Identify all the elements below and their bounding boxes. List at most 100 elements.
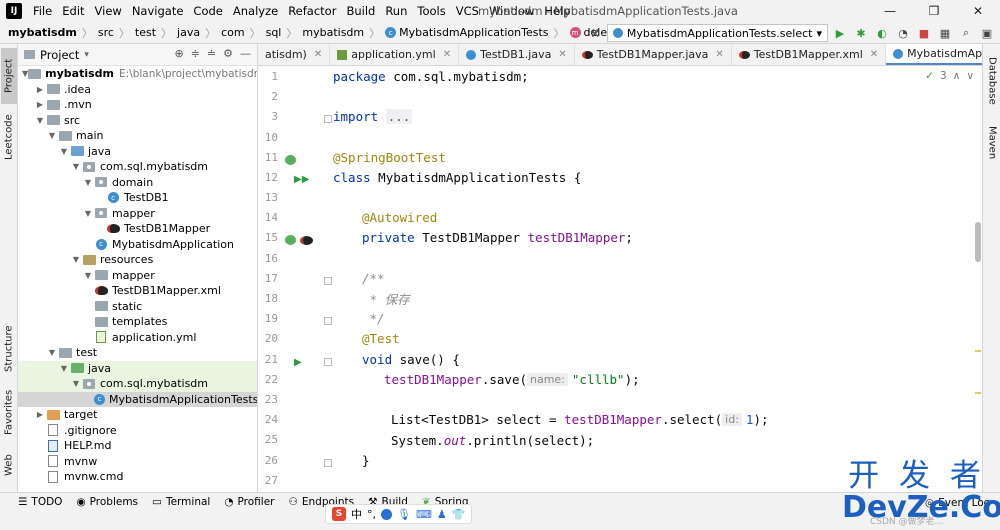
fold-icon[interactable] xyxy=(324,358,332,366)
folded-imports[interactable]: ... xyxy=(385,108,413,124)
menu-edit[interactable]: Edit xyxy=(57,4,89,18)
run-icon[interactable]: ▶ xyxy=(831,24,849,42)
tree-item[interactable]: ▼ resources xyxy=(18,252,257,268)
fold-icon[interactable] xyxy=(324,459,332,467)
tree-item[interactable]: HELP.md xyxy=(18,438,257,454)
tree-item[interactable]: c MybatisdmApplication xyxy=(18,237,257,253)
hammer-icon[interactable]: ⚒ xyxy=(586,24,604,42)
menu-tools[interactable]: Tools xyxy=(412,4,450,18)
gear-icon[interactable]: ⚙ xyxy=(223,47,233,60)
menu-code[interactable]: Code xyxy=(188,4,227,18)
tree-item[interactable]: ▼ mapper xyxy=(18,206,257,222)
menu-file[interactable]: File xyxy=(28,4,57,18)
tab-application-yml[interactable]: application.yml ✕ xyxy=(330,44,460,65)
tool-tab-project[interactable]: Project xyxy=(1,48,17,104)
tool-tab-problems[interactable]: ◉ Problems xyxy=(76,496,138,508)
close-icon[interactable]: ✕ xyxy=(870,49,878,60)
stop-icon[interactable]: ■ xyxy=(915,24,933,42)
presentation-icon[interactable]: ▣ xyxy=(978,24,996,42)
tree-item[interactable]: static xyxy=(18,299,257,315)
tree-item[interactable]: ▼ domain xyxy=(18,175,257,191)
profile-icon[interactable]: ◔ xyxy=(894,24,912,42)
tab-mybatisdmapplicationtests-java[interactable]: MybatisdmApplicationTests.java✕ xyxy=(886,44,982,65)
tool-tab-web[interactable]: Web xyxy=(1,448,17,482)
breadcrumb-mybatisdm-package[interactable]: mybatisdm xyxy=(302,26,364,39)
fold-icon[interactable] xyxy=(324,115,332,123)
tool-tab-profiler[interactable]: ◔ Profiler xyxy=(224,496,274,508)
tree-item[interactable]: ▼ com.sql.mybatisdm xyxy=(18,159,257,175)
tool-tab-database[interactable]: Database xyxy=(984,50,1000,112)
tree-item[interactable]: mvnw.cmd xyxy=(18,469,257,485)
tab-testdb1-java[interactable]: TestDB1.java ✕ xyxy=(459,44,575,65)
tool-tab-todo[interactable]: ☰ TODO xyxy=(18,496,62,508)
breadcrumb-src[interactable]: src xyxy=(98,26,114,39)
tab-testdb1mapper-java[interactable]: TestDB1Mapper.java ✕ xyxy=(575,44,732,65)
menu-analyze[interactable]: Analyze xyxy=(228,4,283,18)
tree-item[interactable]: ▼ java xyxy=(18,144,257,160)
tree-item[interactable]: ▼ test xyxy=(18,345,257,361)
tree-item[interactable]: mvnw xyxy=(18,454,257,470)
tree-item[interactable]: ▼ mapper xyxy=(18,268,257,284)
breadcrumb-java[interactable]: java xyxy=(177,26,200,39)
tree-item[interactable]: ▼ main xyxy=(18,128,257,144)
tree-item[interactable]: TestDB1Mapper.xml xyxy=(18,283,257,299)
minimize-icon[interactable]: — xyxy=(868,0,912,22)
tab-truncated[interactable]: atisdm) ✕ xyxy=(258,44,331,65)
coverage-icon[interactable]: ◐ xyxy=(873,24,891,42)
close-icon[interactable]: ✕ xyxy=(956,0,1000,22)
tool-tab-favorites[interactable]: Favorites xyxy=(1,384,17,440)
tree-item-selected[interactable]: c MybatisdmApplicationTests xyxy=(18,391,257,407)
spring-bean-icon[interactable] xyxy=(285,235,296,245)
tree-item[interactable]: templates xyxy=(18,314,257,330)
fold-icon[interactable] xyxy=(324,317,332,325)
maximize-icon[interactable]: ❐ xyxy=(912,0,956,22)
menu-run[interactable]: Run xyxy=(380,4,412,18)
breadcrumb-test[interactable]: test xyxy=(135,26,156,39)
run-tests-icon[interactable]: ▶▶ xyxy=(294,174,309,185)
run-configuration-select[interactable]: MybatisdmApplicationTests.select ▾ xyxy=(606,24,828,42)
fold-icon[interactable] xyxy=(324,277,332,285)
mybatis-bird-icon[interactable] xyxy=(300,236,313,245)
close-icon[interactable]: ✕ xyxy=(715,49,723,60)
project-view-selector[interactable]: Project xyxy=(40,48,79,62)
tree-item[interactable]: ▶ .idea xyxy=(18,82,257,98)
tool-tab-terminal[interactable]: ▭ Terminal xyxy=(152,496,210,508)
breadcrumb-com[interactable]: com xyxy=(221,26,245,39)
tree-item[interactable]: .gitignore xyxy=(18,423,257,439)
tool-tab-leetcode[interactable]: Leetcode xyxy=(1,106,17,168)
chevron-down-icon[interactable]: ∨ xyxy=(966,70,974,82)
breadcrumb-project[interactable]: mybatisdm xyxy=(8,26,77,39)
chevron-down-icon[interactable]: ▾ xyxy=(84,50,89,60)
debug-icon[interactable]: ✱ xyxy=(852,24,870,42)
tree-item[interactable]: ▶ .mvn xyxy=(18,97,257,113)
tool-tab-structure[interactable]: Structure xyxy=(1,318,17,380)
close-icon[interactable]: ✕ xyxy=(558,49,566,60)
run-test-icon[interactable]: ▶ xyxy=(294,357,302,368)
chevron-up-icon[interactable]: ∧ xyxy=(953,70,961,82)
menu-refactor[interactable]: Refactor xyxy=(283,4,341,18)
spring-bean-icon[interactable] xyxy=(285,155,296,165)
tree-item[interactable]: ▶ target xyxy=(18,407,257,423)
tool-tab-maven[interactable]: Maven xyxy=(984,120,1000,166)
warning-marker[interactable] xyxy=(975,350,981,352)
menu-navigate[interactable]: Navigate xyxy=(127,4,189,18)
tree-item[interactable]: ▼ src xyxy=(18,113,257,129)
tree-item[interactable]: ▼ java xyxy=(18,360,257,376)
hide-icon[interactable]: — xyxy=(240,47,251,60)
close-icon[interactable]: ✕ xyxy=(314,49,322,60)
breadcrumb-class[interactable]: c MybatisdmApplicationTests xyxy=(385,26,549,39)
expand-all-icon[interactable]: ≑ xyxy=(191,47,200,60)
tree-item[interactable]: TestDB1Mapper xyxy=(18,221,257,237)
menu-build[interactable]: Build xyxy=(341,4,380,18)
tab-testdb1mapper-xml[interactable]: TestDB1Mapper.xml ✕ xyxy=(732,44,887,65)
code-area[interactable]: package com.sql.mybatisdm; import ... @S… xyxy=(333,66,953,492)
inspection-widget[interactable]: ✓ 3 ∧ ∨ xyxy=(925,70,974,82)
search-everywhere-icon[interactable]: ⌕ xyxy=(957,24,975,42)
warning-marker[interactable] xyxy=(975,392,981,394)
menu-view[interactable]: View xyxy=(90,4,127,18)
breadcrumb-sql[interactable]: sql xyxy=(266,26,282,39)
close-icon[interactable]: ✕ xyxy=(443,49,451,60)
collapse-all-icon[interactable]: ≐ xyxy=(207,47,216,60)
tree-item[interactable]: c TestDB1 xyxy=(18,190,257,206)
project-structure-icon[interactable]: ▦ xyxy=(936,24,954,42)
